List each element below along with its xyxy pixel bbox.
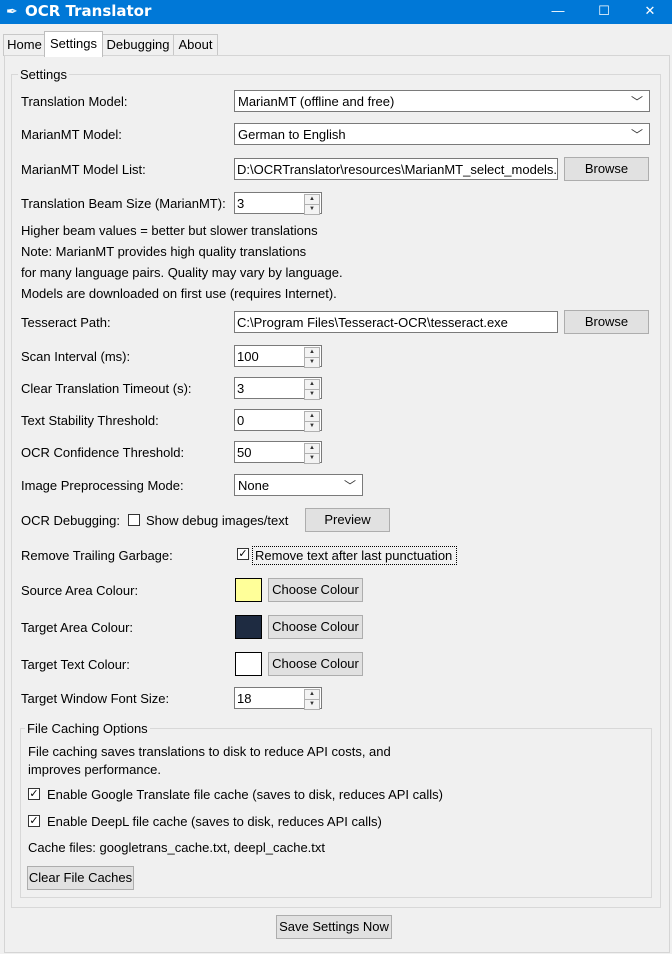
tesseract-browse-button[interactable]: Browse bbox=[564, 310, 649, 334]
translation-model-value: MarianMT (offline and free) bbox=[238, 94, 395, 109]
deepl-cache-checkbox[interactable]: ✓ bbox=[28, 815, 40, 827]
spin-down-icon[interactable]: ▼ bbox=[304, 357, 320, 368]
close-button[interactable]: ✕ bbox=[627, 0, 672, 24]
marian-model-list-label: MarianMT Model List: bbox=[21, 162, 146, 177]
remove-trailing-checkbox-label[interactable]: Remove text after last punctuation bbox=[255, 548, 452, 563]
show-debug-checkbox[interactable] bbox=[128, 514, 140, 526]
stability-value: 0 bbox=[237, 413, 245, 428]
chevron-down-icon: ﹀ bbox=[630, 95, 643, 109]
source-colour-label: Source Area Colour: bbox=[21, 583, 139, 598]
feather-icon: ✒ bbox=[6, 3, 18, 19]
window-title: OCR Translator bbox=[25, 2, 152, 20]
marian-note-line: for many language pairs. Quality may var… bbox=[21, 265, 343, 280]
beam-note-line: Higher beam values = better but slower t… bbox=[21, 223, 318, 238]
ocr-debugging-label: OCR Debugging: bbox=[21, 513, 120, 528]
target-colour-label: Target Area Colour: bbox=[21, 620, 134, 635]
trailing-garbage-label: Remove Trailing Garbage: bbox=[21, 548, 173, 563]
preview-button[interactable]: Preview bbox=[305, 508, 390, 532]
marian-model-list-browse-button[interactable]: Browse bbox=[564, 157, 649, 181]
remove-trailing-checkbox[interactable]: ✓ bbox=[237, 548, 249, 560]
translation-model-label: Translation Model: bbox=[21, 94, 128, 109]
save-settings-button[interactable]: Save Settings Now bbox=[276, 915, 392, 939]
tab-debugging[interactable]: Debugging bbox=[101, 34, 175, 56]
file-caching-description: improves performance. bbox=[28, 762, 161, 777]
target-text-colour-label: Target Text Colour: bbox=[21, 657, 130, 672]
marian-model-list-field[interactable]: D:\OCRTranslator\resources\MarianMT_sele… bbox=[234, 158, 558, 180]
tab-home[interactable]: Home bbox=[3, 34, 46, 56]
spin-down-icon[interactable]: ▼ bbox=[304, 204, 320, 215]
chevron-down-icon: ﹀ bbox=[630, 128, 643, 142]
stability-spinbox[interactable]: 0 ▲ ▼ bbox=[234, 409, 322, 432]
minimize-button[interactable]: — bbox=[535, 0, 581, 24]
spin-down-icon[interactable]: ▼ bbox=[304, 453, 320, 464]
scan-interval-label: Scan Interval (ms): bbox=[21, 349, 131, 364]
target-text-colour-swatch bbox=[235, 652, 262, 676]
clear-timeout-value: 3 bbox=[237, 381, 245, 396]
preprocessing-label: Image Preprocessing Mode: bbox=[21, 478, 184, 493]
file-caching-description: File caching saves translations to disk … bbox=[28, 744, 391, 759]
marian-model-label: MarianMT Model: bbox=[21, 127, 122, 142]
marian-model-value: German to English bbox=[238, 127, 346, 142]
font-size-spinbox[interactable]: 18 ▲ ▼ bbox=[234, 687, 322, 710]
marian-model-list-value: D:\OCRTranslator\resources\MarianMT_sele… bbox=[237, 162, 558, 177]
target-text-colour-button[interactable]: Choose Colour bbox=[268, 652, 363, 676]
clear-timeout-label: Clear Translation Timeout (s): bbox=[21, 381, 192, 396]
stability-label: Text Stability Threshold: bbox=[21, 413, 159, 428]
deepl-cache-checkbox-label[interactable]: Enable DeepL file cache (saves to disk, … bbox=[47, 814, 382, 829]
show-debug-checkbox-label[interactable]: Show debug images/text bbox=[146, 513, 288, 528]
ocr-confidence-label: OCR Confidence Threshold: bbox=[21, 445, 185, 460]
clear-timeout-spinbox[interactable]: 3 ▲ ▼ bbox=[234, 377, 322, 400]
target-colour-swatch bbox=[235, 615, 262, 639]
spin-down-icon[interactable]: ▼ bbox=[304, 421, 320, 432]
clear-file-caches-button[interactable]: Clear File Caches bbox=[27, 866, 134, 890]
file-caching-group-label: File Caching Options bbox=[25, 721, 150, 736]
spin-down-icon[interactable]: ▼ bbox=[304, 699, 320, 710]
scan-interval-spinbox[interactable]: 100 ▲ ▼ bbox=[234, 345, 322, 368]
target-colour-button[interactable]: Choose Colour bbox=[268, 615, 363, 639]
settings-group-label: Settings bbox=[18, 67, 69, 82]
source-colour-swatch bbox=[235, 578, 262, 602]
font-size-label: Target Window Font Size: bbox=[21, 691, 170, 706]
google-cache-checkbox[interactable]: ✓ bbox=[28, 788, 40, 800]
tab-bar: Home Settings Debugging About bbox=[0, 24, 672, 57]
tesseract-path-field[interactable]: C:\Program Files\Tesseract-OCR\tesseract… bbox=[234, 311, 558, 333]
source-colour-button[interactable]: Choose Colour bbox=[268, 578, 363, 602]
maximize-button[interactable]: ☐ bbox=[581, 0, 627, 24]
beam-size-spinbox[interactable]: 3 ▲ ▼ bbox=[234, 192, 322, 215]
tab-settings[interactable]: Settings bbox=[44, 31, 103, 57]
tesseract-path-value: C:\Program Files\Tesseract-OCR\tesseract… bbox=[237, 315, 508, 330]
ocr-confidence-spinbox[interactable]: 50 ▲ ▼ bbox=[234, 441, 322, 464]
tab-about[interactable]: About bbox=[173, 34, 218, 56]
google-cache-checkbox-label[interactable]: Enable Google Translate file cache (save… bbox=[47, 787, 443, 802]
cache-files-text: Cache files: googletrans_cache.txt, deep… bbox=[28, 840, 326, 855]
marian-note-line: Models are downloaded on first use (requ… bbox=[21, 286, 337, 301]
chevron-down-icon: ﹀ bbox=[343, 479, 356, 493]
preprocessing-select[interactable]: None ﹀ bbox=[234, 474, 363, 496]
font-size-value: 18 bbox=[237, 691, 252, 706]
spin-down-icon[interactable]: ▼ bbox=[304, 389, 320, 400]
preprocessing-value: None bbox=[238, 478, 270, 493]
beam-size-label: Translation Beam Size (MarianMT): bbox=[21, 196, 226, 211]
marian-note-line: Note: MarianMT provides high quality tra… bbox=[21, 244, 307, 259]
title-bar: ✒ OCR Translator — ☐ ✕ bbox=[0, 0, 672, 24]
tesseract-path-label: Tesseract Path: bbox=[21, 315, 111, 330]
scan-interval-value: 100 bbox=[237, 349, 259, 364]
translation-model-select[interactable]: MarianMT (offline and free) ﹀ bbox=[234, 90, 650, 112]
marian-model-select[interactable]: German to English ﹀ bbox=[234, 123, 650, 145]
ocr-confidence-value: 50 bbox=[237, 445, 252, 460]
beam-size-value: 3 bbox=[237, 196, 245, 211]
